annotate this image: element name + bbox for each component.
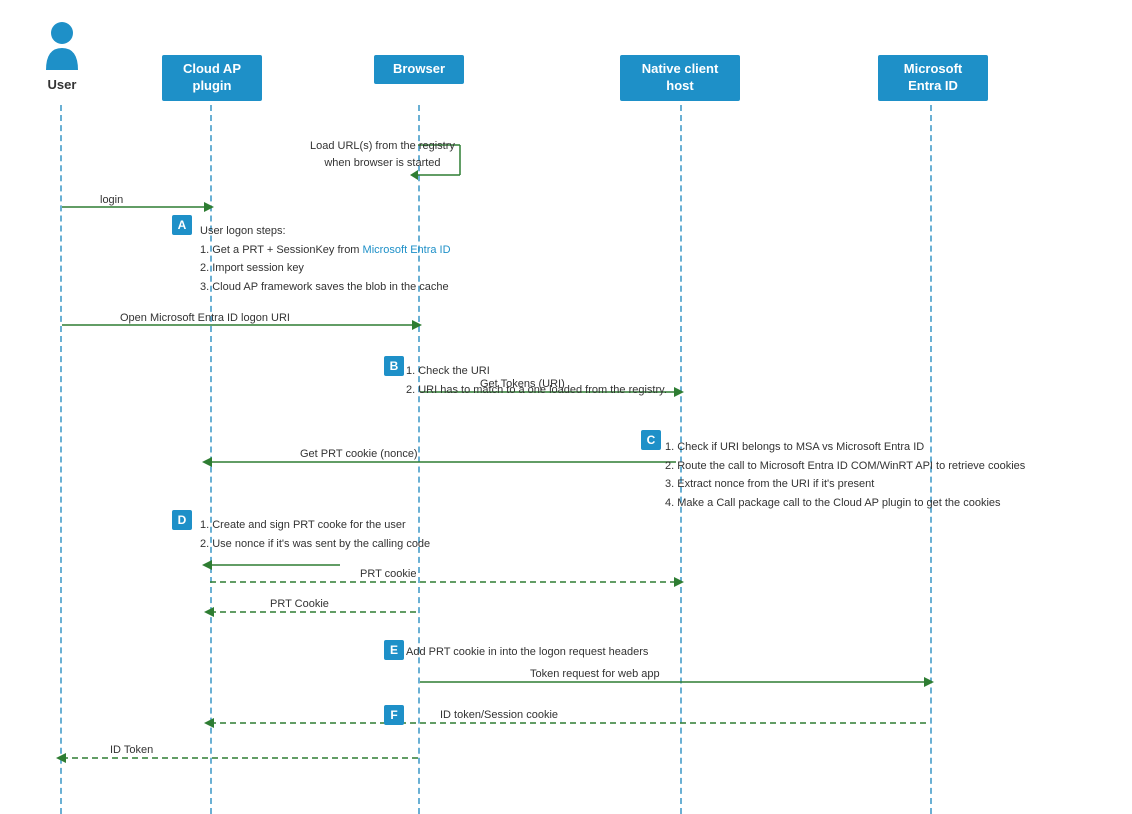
- actor-ms-entra: MicrosoftEntra ID: [878, 55, 988, 101]
- open-uri-text: Open Microsoft Entra ID logon URI: [120, 312, 290, 324]
- actor-native-client: Native clienthost: [620, 55, 740, 101]
- create-prt-note: 1. Create and sign PRT cooke for the use…: [200, 516, 430, 553]
- prt-cookie-dashed-text: PRT cookie: [360, 568, 416, 580]
- arrows-svg: [0, 0, 1132, 814]
- load-url-text: Load URL(s) from the registrywhen browse…: [310, 138, 455, 171]
- step-D: D: [172, 510, 192, 530]
- step-B: B: [384, 356, 404, 376]
- step-E: E: [384, 640, 404, 660]
- actor-user-label: User: [32, 77, 92, 92]
- actor-cloud-ap: Cloud AP plugin: [162, 55, 262, 101]
- get-prt-text: Get PRT cookie (nonce): [300, 448, 418, 460]
- user-logon-note: User logon steps: 1. Get a PRT + Session…: [200, 222, 451, 297]
- diagram-container: User Cloud AP plugin Browser Native clie…: [0, 0, 1132, 814]
- token-request-text: Token request for web app: [530, 668, 660, 680]
- native-note: 1. Check if URI belongs to MSA vs Micros…: [665, 438, 1025, 513]
- actor-native-client-label: Native clienthost: [642, 61, 719, 93]
- actor-user: User: [32, 20, 92, 92]
- actor-ms-entra-label: MicrosoftEntra ID: [904, 61, 963, 93]
- lifeline-browser: [418, 105, 420, 814]
- actor-cloud-ap-label: Cloud AP plugin: [183, 61, 241, 93]
- lifeline-user: [60, 105, 62, 814]
- actor-browser-label: Browser: [393, 61, 445, 76]
- step-A: A: [172, 215, 192, 235]
- login-text: login: [100, 194, 123, 206]
- step-C: C: [641, 430, 661, 450]
- actor-browser: Browser: [374, 55, 464, 84]
- id-token-text: ID Token: [110, 744, 153, 756]
- get-tokens-text: Get Tokens (URI): [480, 378, 565, 390]
- lifeline-cloud-ap: [210, 105, 212, 814]
- add-prt-note: Add PRT cookie in into the logon request…: [406, 646, 648, 658]
- prt-cookie-back-text: PRT Cookie: [270, 598, 329, 610]
- step-F: F: [384, 705, 404, 725]
- id-token-session-text: ID token/Session cookie: [440, 709, 558, 721]
